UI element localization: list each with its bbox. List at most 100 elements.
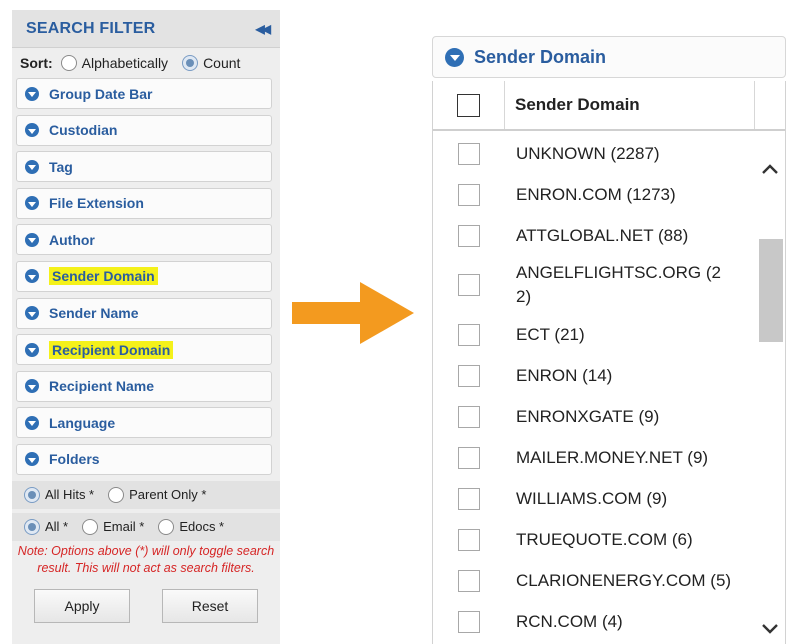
expand-circle-icon <box>25 306 39 321</box>
email-radio[interactable] <box>82 518 99 535</box>
sort-label: Sort: <box>20 55 53 71</box>
filter-author[interactable]: Author <box>16 224 272 256</box>
select-all-cell <box>433 81 505 129</box>
filter-label: Custodian <box>49 122 118 139</box>
row-checkbox[interactable] <box>458 405 480 428</box>
filter-label: Sender Name <box>49 305 139 322</box>
row-label: ENRONXGATE (9) <box>516 406 660 426</box>
search-filter-title: SEARCH FILTER <box>26 19 156 37</box>
expand-circle-icon <box>25 452 39 467</box>
row-checkbox[interactable] <box>458 446 480 469</box>
filter-label: Recipient Name <box>49 378 155 395</box>
list-item[interactable]: ECT (21) <box>433 314 755 355</box>
vertical-scrollbar[interactable] <box>755 133 785 644</box>
filter-label: Recipient Domain <box>49 340 174 359</box>
expand-circle-icon <box>25 196 39 211</box>
filter-recipient-name[interactable]: Recipient Name <box>16 370 272 402</box>
select-all-checkbox[interactable] <box>457 93 480 117</box>
scroll-up-button[interactable] <box>755 155 785 185</box>
all-hits-label: All Hits * <box>45 487 95 503</box>
search-filter-panel: SEARCH FILTER ◀◀ Sort: Alphabetically Co… <box>12 10 280 644</box>
all-types-radio[interactable] <box>24 518 40 535</box>
filter-action-buttons: Apply Reset <box>12 577 280 623</box>
list-item[interactable]: CLARIONENERGY.COM (5) <box>433 560 755 601</box>
row-label: ENRON.COM (1273) <box>516 184 676 204</box>
expand-circle-icon <box>445 47 464 67</box>
sender-domain-title: Sender Domain <box>474 46 607 67</box>
edocs-label: Edocs * <box>179 519 225 535</box>
expand-circle-icon <box>25 86 39 101</box>
sort-count-radio[interactable] <box>182 55 199 71</box>
domain-rows: UNKNOWN (2287) ENRON.COM (1273) ATTGLOBA… <box>433 133 755 642</box>
row-label: CLARIONENERGY.COM (5) <box>516 570 732 590</box>
right-arrow-icon <box>292 282 414 344</box>
filter-file-extension[interactable]: File Extension <box>16 187 272 219</box>
row-checkbox[interactable] <box>458 528 480 551</box>
edocs-radio[interactable] <box>158 518 175 535</box>
filter-language[interactable]: Language <box>16 407 272 439</box>
filter-sender-name[interactable]: Sender Name <box>16 297 272 329</box>
row-label: TRUEQUOTE.COM (6) <box>516 529 693 549</box>
sort-count-label: Count <box>203 55 241 71</box>
apply-button[interactable]: Apply <box>34 588 130 623</box>
email-label: Email * <box>103 519 145 535</box>
filter-label: Tag <box>49 158 73 175</box>
list-item[interactable]: UNKNOWN (2287) <box>433 133 755 174</box>
filter-folders[interactable]: Folders <box>16 443 272 475</box>
filter-custodian[interactable]: Custodian <box>16 114 272 146</box>
sender-domain-header[interactable]: Sender Domain <box>432 36 786 78</box>
row-checkbox[interactable] <box>458 183 480 206</box>
filter-label: Group Date Bar <box>49 85 153 102</box>
column-header: Sender Domain <box>505 81 755 129</box>
filter-label: Folders <box>49 451 100 468</box>
list-item[interactable]: ENRON.COM (1273) <box>433 174 755 215</box>
filter-tag[interactable]: Tag <box>16 151 272 183</box>
filter-list: Group Date Bar Custodian Tag File Extens… <box>12 78 280 475</box>
list-item[interactable]: ENRONXGATE (9) <box>433 396 755 437</box>
filter-label: File Extension <box>49 195 144 212</box>
hits-options-row: All Hits * Parent Only * <box>12 480 280 509</box>
row-label: WILLIAMS.COM (9) <box>516 488 668 508</box>
row-checkbox[interactable] <box>458 224 480 247</box>
filter-recipient-domain[interactable]: Recipient Domain <box>16 334 272 366</box>
double-chevron-left-icon[interactable]: ◀◀ <box>256 22 272 36</box>
row-checkbox[interactable] <box>458 569 480 592</box>
list-item[interactable]: MAILER.MONEY.NET (9) <box>433 437 755 478</box>
filter-group-date-bar[interactable]: Group Date Bar <box>16 78 272 109</box>
expand-circle-icon <box>25 342 39 357</box>
scroll-thumb[interactable] <box>759 239 783 342</box>
list-item[interactable]: ENRON (14) <box>433 355 755 396</box>
parent-only-radio[interactable] <box>108 486 125 503</box>
row-checkbox[interactable] <box>458 610 480 633</box>
filter-label: Language <box>49 414 116 431</box>
row-label: ENRON (14) <box>516 365 613 385</box>
row-checkbox[interactable] <box>458 487 480 510</box>
filter-label: Author <box>49 231 95 248</box>
list-item[interactable]: RCN.COM (4) <box>433 601 755 642</box>
list-item[interactable]: ATTGLOBAL.NET (88) <box>433 215 755 256</box>
row-checkbox[interactable] <box>458 323 480 346</box>
list-item[interactable]: WILLIAMS.COM (9) <box>433 478 755 519</box>
row-label: ANGELFLIGHTSC.ORG (2 2) <box>516 263 721 306</box>
row-checkbox[interactable] <box>458 364 480 387</box>
expand-circle-icon <box>25 379 39 394</box>
list-item[interactable]: TRUEQUOTE.COM (6) <box>433 519 755 560</box>
expand-circle-icon <box>25 415 39 430</box>
row-checkbox[interactable] <box>458 142 480 165</box>
parent-only-label: Parent Only * <box>129 487 207 503</box>
row-label: ATTGLOBAL.NET (88) <box>516 225 689 245</box>
row-label: ECT (21) <box>516 324 585 344</box>
filter-sender-domain[interactable]: Sender Domain <box>16 260 272 292</box>
row-label: UNKNOWN (2287) <box>516 143 660 163</box>
chevron-down-icon <box>762 624 778 634</box>
row-checkbox[interactable] <box>458 274 480 296</box>
list-item[interactable]: ANGELFLIGHTSC.ORG (2 2) <box>433 256 755 314</box>
options-note: Note: Options above (*) will only toggle… <box>17 543 275 575</box>
scroll-down-button[interactable] <box>755 613 785 643</box>
reset-button[interactable]: Reset <box>162 588 258 623</box>
all-hits-radio[interactable] <box>24 486 40 503</box>
expand-circle-icon <box>25 232 39 247</box>
sort-alphabetically-radio[interactable] <box>60 55 77 71</box>
search-filter-header: SEARCH FILTER ◀◀ <box>12 10 280 48</box>
sort-row: Sort: Alphabetically Count <box>12 48 280 78</box>
